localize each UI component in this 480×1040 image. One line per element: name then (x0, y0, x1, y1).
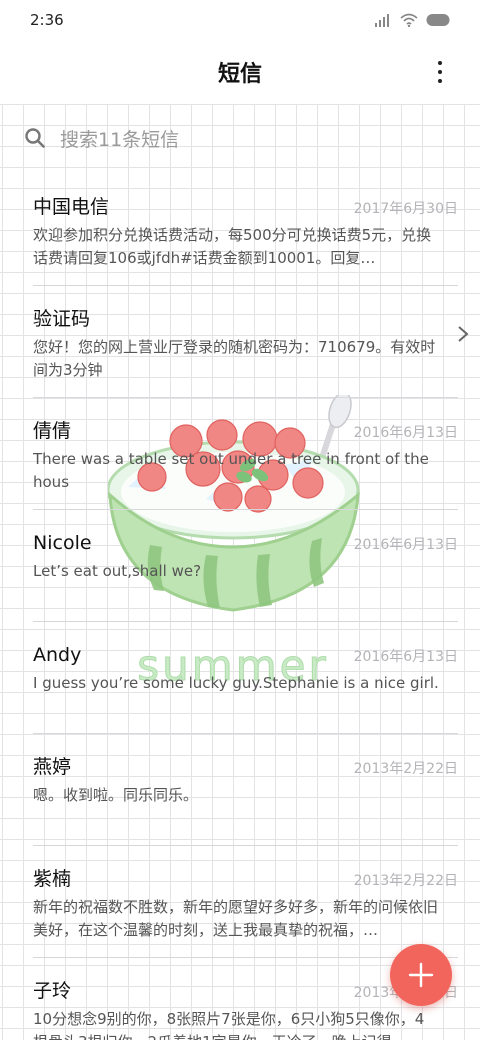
more-options-button[interactable] (424, 56, 456, 88)
more-vert-icon (438, 61, 442, 65)
status-icons (374, 12, 452, 28)
message-preview: 新年的祝福数不胜数，新年的愿望好多好多，新年的问候依旧美好，在这个温馨的时刻，送… (33, 898, 439, 939)
message-preview: 您好！您的网上营业厅登录的随机密码为：710679。有效时间为3分钟 (33, 338, 436, 379)
message-date: 2016年6月13日 (353, 537, 458, 553)
message-preview: Let’s eat out,shall we? (33, 562, 202, 580)
message-date: 2013年2月22日 (353, 873, 458, 889)
more-vert-icon-dot (438, 79, 442, 83)
page-title: 短信 (217, 62, 262, 87)
plus-icon (408, 962, 434, 988)
message-date: 2016年6月13日 (353, 425, 458, 441)
message-date: 2017年6月30日 (353, 201, 458, 217)
message-item[interactable]: 燕婷 2013年2月22日 嗯。收到啦。同乐同乐。 (18, 734, 462, 846)
message-list: 中国电信 2017年6月30日 欢迎参加积分兑换话费活动，每500分可兑换话费5元，… (0, 174, 480, 1040)
message-item[interactable]: Nicole 2016年6月13日 Let’s eat out,shall we? (18, 510, 462, 622)
app-bar: 短信 (0, 40, 480, 104)
wifi-icon (400, 13, 418, 27)
chevron-right-icon (458, 326, 469, 342)
search-bar[interactable]: 搜索11条短信 (18, 112, 462, 164)
message-date: 2016年6月13日 (353, 649, 458, 665)
message-preview: There was a table set out under a tree i… (33, 450, 429, 491)
message-sender: 验证码 (33, 308, 91, 330)
message-item[interactable]: 紫楠 2013年2月22日 新年的祝福数不胜数，新年的愿望好多好多，新年的问候依旧美… (18, 846, 462, 958)
message-item[interactable]: 中国电信 2017年6月30日 欢迎参加积分兑换话费活动，每500分可兑换话费5元，… (18, 174, 462, 286)
new-message-button[interactable] (390, 944, 452, 1006)
signal-icon (375, 14, 389, 27)
more-vert-icon-dot (438, 70, 442, 74)
search-icon (25, 128, 45, 148)
message-preview: 欢迎参加积分兑换话费活动，每500分可兑换话费5元，兑换话费请回复106或jfd… (33, 226, 432, 267)
message-item[interactable]: Andy 2016年6月13日 I guess you’re some lucky … (18, 622, 462, 734)
status-time: 2:36 (30, 11, 64, 29)
search-input[interactable]: 搜索11条短信 (60, 125, 179, 152)
message-preview: I guess you’re some lucky guy.Stephanie … (33, 674, 439, 692)
message-date: 2013年2月22日 (353, 761, 458, 777)
message-preview: 嗯。收到啦。同乐同乐。 (33, 786, 199, 804)
message-item[interactable]: 倩倩 2016年6月13日 There was a table set out un… (18, 398, 462, 510)
message-preview: 10分想念9别的你，8张照片7张是你，6只小狗5只像你，4根骨头3根归你，2爪着… (33, 1010, 425, 1040)
status-bar: 2:36 (0, 0, 480, 40)
battery-icon (426, 14, 450, 26)
message-item[interactable]: 验证码您好！您的网上营业厅登录的随机密码为：710679。有效时间为3分钟 (18, 286, 469, 398)
